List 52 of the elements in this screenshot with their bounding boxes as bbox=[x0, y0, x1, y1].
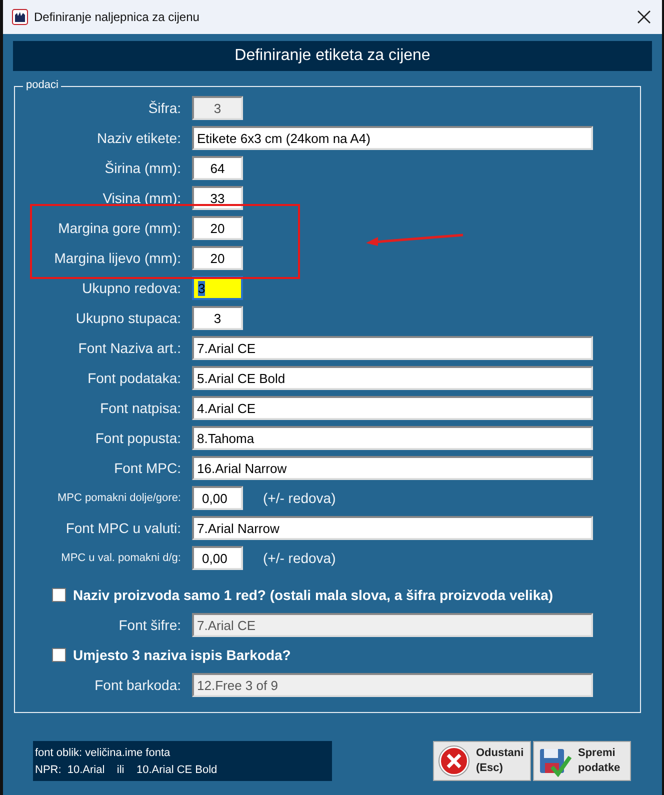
unit-label: (+/- redova) bbox=[263, 550, 336, 566]
field-label: Font barkoda: bbox=[94, 677, 181, 693]
input-field[interactable]: 33 bbox=[192, 186, 243, 210]
checkbox-label: Naziv proizvoda samo 1 red? (ostali mala slova, a šifra proizvoda velika) bbox=[73, 587, 554, 603]
input-field[interactable]: 0,00 bbox=[192, 486, 243, 510]
input-field[interactable]: 20 bbox=[192, 216, 243, 240]
input-field[interactable]: Etikete 6x3 cm (24kom na A4) bbox=[192, 126, 593, 150]
field-label: Font Naziva art.: bbox=[78, 340, 181, 356]
cancel-button[interactable]: Odustani (Esc) bbox=[433, 741, 531, 781]
input-field[interactable]: 7.Arial CE bbox=[192, 336, 593, 360]
checkbox[interactable] bbox=[52, 588, 66, 602]
unit-label: (+/- redova) bbox=[263, 490, 336, 506]
field-label: Font natpisa: bbox=[100, 400, 181, 416]
field-label: MPC u val. pomakni d/g: bbox=[61, 552, 181, 564]
input-field: 7.Arial CE bbox=[192, 613, 593, 637]
input-field[interactable]: 8.Tahoma bbox=[192, 426, 593, 450]
checkbox[interactable] bbox=[52, 648, 66, 662]
input-field[interactable]: 16.Arial Narrow bbox=[192, 456, 593, 480]
field-label: Visina (mm): bbox=[102, 190, 181, 206]
field-label: Font podataka: bbox=[88, 370, 181, 386]
window-title: Definiranje naljepnica za cijenu bbox=[34, 10, 200, 24]
input-field[interactable]: 64 bbox=[192, 156, 243, 180]
app-icon bbox=[12, 9, 28, 25]
field-label: Ukupno stupaca: bbox=[76, 310, 181, 326]
info-text: NPR: 10.Arial ili 10.Arial CE Bold bbox=[35, 764, 218, 776]
input-field[interactable]: 4.Arial CE bbox=[192, 396, 593, 420]
field-label: Naziv etikete: bbox=[96, 130, 181, 146]
input-field: 12.Free 3 of 9 bbox=[192, 673, 593, 697]
field-label: MPC pomakni dolje/gore: bbox=[57, 492, 181, 504]
field-label: Šifra: bbox=[148, 100, 181, 116]
field-label: Margina lijevo (mm): bbox=[54, 250, 181, 266]
cancel-icon bbox=[438, 745, 470, 777]
input-field[interactable]: 7.Arial Narrow bbox=[192, 516, 593, 540]
close-icon[interactable] bbox=[637, 10, 651, 24]
field-label: Ukupno redova: bbox=[82, 280, 181, 296]
field-label: Margina gore (mm): bbox=[58, 220, 181, 236]
field-label: Font MPC: bbox=[114, 460, 181, 476]
field-label: Font šifre: bbox=[118, 617, 181, 633]
field-label: Širina (mm): bbox=[104, 160, 181, 176]
field-label: Font MPC u valuti: bbox=[66, 520, 181, 536]
dialog-header: Definiranje etiketa za cijene bbox=[13, 41, 652, 71]
group-legend: podaci bbox=[23, 79, 62, 91]
save-button[interactable]: Spremi podatke bbox=[533, 741, 631, 781]
input-field[interactable]: 3 bbox=[192, 306, 243, 330]
input-field[interactable]: 5.Arial CE Bold bbox=[192, 366, 593, 390]
checkbox-label: Umjesto 3 naziva ispis Barkoda? bbox=[73, 647, 291, 663]
input-field[interactable]: 3 bbox=[192, 276, 243, 300]
field-label: Font popusta: bbox=[95, 430, 181, 446]
info-text: font oblik: veličina.ime fonta bbox=[35, 746, 172, 758]
input-field[interactable]: 20 bbox=[192, 246, 243, 270]
input-field[interactable]: 0,00 bbox=[192, 546, 243, 570]
input-field: 3 bbox=[192, 96, 243, 120]
